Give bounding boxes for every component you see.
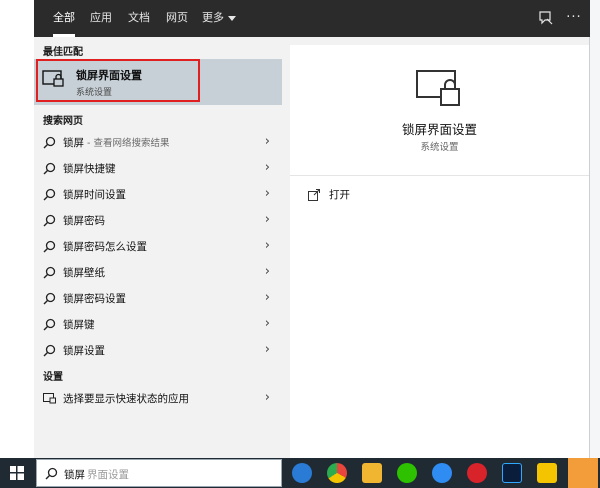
search-icon (43, 188, 56, 201)
web-result-label: 锁屏壁纸 (63, 267, 105, 279)
desktop-left-area (0, 0, 34, 458)
chevron-right-icon: › (264, 160, 270, 175)
chrome-active-icon[interactable] (568, 458, 598, 488)
tab-all-label: 全部 (53, 11, 75, 24)
chevron-right-icon: › (264, 212, 270, 227)
web-result-label: 锁屏密码设置 (63, 293, 126, 305)
tab-more-label: 更多 (202, 11, 224, 24)
web-result-item[interactable]: 锁屏设置 › (34, 337, 282, 363)
tab-documents[interactable]: 文档 (128, 0, 150, 37)
web-result-item[interactable]: 锁屏密码怎么设置 › (34, 233, 282, 259)
results-list: 最佳匹配 锁屏界面设置 系统设置 搜索网页 锁屏 - 查看网络搜索结果 › 锁屏… (34, 37, 282, 458)
tab-documents-label: 文档 (128, 11, 150, 24)
web-result-item[interactable]: 锁屏 - 查看网络搜索结果 › (34, 129, 282, 155)
tab-more[interactable]: 更多 (202, 0, 236, 37)
search-icon (43, 318, 56, 331)
web-search-heading: 搜索网页 (43, 116, 83, 127)
search-panel: 全部 应用 文档 网页 更多 ··· 最佳匹配 锁屏界面设置 系统设置 搜索网页… (34, 0, 590, 458)
preview-subtitle: 系统设置 (420, 142, 459, 153)
more-icon[interactable]: ··· (566, 10, 582, 26)
chevron-right-icon: › (264, 134, 270, 149)
filter-bar: 全部 应用 文档 网页 更多 ··· (34, 0, 590, 37)
search-typed-text: 锁屏 (64, 469, 85, 481)
search-icon (43, 162, 56, 175)
taskbar: 锁屏 界面设置 (0, 458, 600, 488)
annotation-highlight-box (36, 59, 200, 102)
web-result-label: 锁屏密码怎么设置 (63, 241, 147, 253)
chevron-right-icon: › (264, 342, 270, 357)
desktop-right-area (590, 0, 600, 458)
lock-screen-small-icon (43, 393, 56, 404)
web-result-label: 锁屏设置 (63, 345, 105, 357)
tab-web[interactable]: 网页 (166, 0, 188, 37)
notes-icon[interactable] (537, 463, 557, 483)
chrome-icon[interactable] (327, 463, 347, 483)
more-dots: ··· (566, 10, 582, 25)
web-result-text: 锁屏 (63, 137, 84, 149)
photoshop-icon[interactable] (502, 463, 522, 483)
web-result-hint: - 查看网络搜索结果 (84, 138, 170, 149)
settings-result-label: 选择要显示快速状态的应用 (63, 393, 189, 405)
lock-screen-large-icon (416, 70, 460, 106)
chevron-down-icon (228, 15, 236, 21)
netease-music-icon[interactable] (467, 463, 487, 483)
web-result-item[interactable]: 锁屏键 › (34, 311, 282, 337)
settings-heading: 设置 (43, 372, 63, 383)
web-result-label: 锁屏密码 (63, 215, 105, 227)
web-result-item[interactable]: 锁屏快捷键 › (34, 155, 282, 181)
search-icon (43, 240, 56, 253)
web-result-item[interactable]: 锁屏密码 › (34, 207, 282, 233)
chevron-right-icon: › (264, 264, 270, 279)
open-label: 打开 (329, 189, 350, 201)
chevron-right-icon: › (264, 316, 270, 331)
web-result-item[interactable]: 锁屏密码设置 › (34, 285, 282, 311)
chevron-right-icon: › (264, 238, 270, 253)
preview-divider (290, 175, 589, 176)
web-result-item[interactable]: 锁屏壁纸 › (34, 259, 282, 285)
preview-pane: 锁屏界面设置 系统设置 打开 (290, 45, 589, 458)
file-explorer-icon[interactable] (362, 463, 382, 483)
search-icon (43, 136, 56, 149)
search-suggestion-text: 界面设置 (87, 469, 129, 481)
web-result-label: 锁屏快捷键 (63, 163, 116, 175)
web-result-label: 锁屏时间设置 (63, 189, 126, 201)
chevron-right-icon: › (264, 390, 270, 405)
chevron-right-icon: › (264, 290, 270, 305)
tab-all[interactable]: 全部 (53, 0, 75, 37)
search-icon (45, 467, 58, 480)
tab-web-label: 网页 (166, 11, 188, 24)
sogou-icon[interactable] (292, 463, 312, 483)
best-match-heading: 最佳匹配 (43, 47, 83, 58)
taskbar-search-box[interactable]: 锁屏 界面设置 (36, 459, 282, 487)
web-result-label: 锁屏 - 查看网络搜索结果 (63, 135, 169, 150)
preview-title: 锁屏界面设置 (401, 122, 477, 137)
feedback-icon[interactable] (538, 10, 554, 26)
web-result-label: 锁屏键 (63, 319, 95, 331)
open-icon (308, 189, 320, 201)
tab-apps[interactable]: 应用 (90, 0, 112, 37)
search-icon (43, 292, 56, 305)
search-icon (43, 266, 56, 279)
web-result-item[interactable]: 锁屏时间设置 › (34, 181, 282, 207)
feishu-icon[interactable] (432, 463, 452, 483)
wechat-icon[interactable] (397, 463, 417, 483)
settings-result-item[interactable]: 选择要显示快速状态的应用 › (34, 385, 282, 411)
windows-start-icon[interactable] (10, 466, 24, 480)
search-icon (43, 344, 56, 357)
chevron-right-icon: › (264, 186, 270, 201)
tab-apps-label: 应用 (90, 11, 112, 24)
search-icon (43, 214, 56, 227)
